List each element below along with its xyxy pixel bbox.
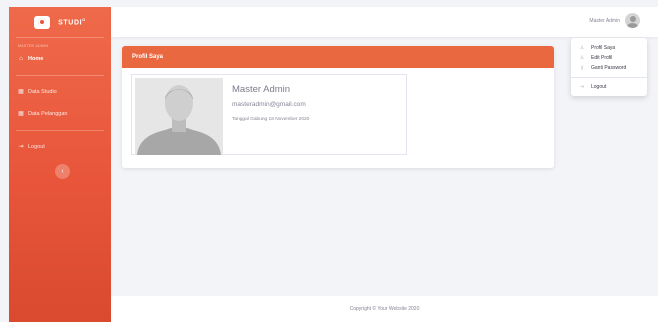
home-icon: ⌂ <box>19 56 23 62</box>
logout-icon: ⇥ <box>579 84 585 90</box>
key-icon: ⚷ <box>580 65 584 71</box>
table-icon: ▦ <box>18 111 24 117</box>
user-dropdown-menu: ♙ Profil Saya ♙ Edit Profil ⚷ Ganti Pass… <box>571 38 647 96</box>
table-icon: ▦ <box>18 89 24 95</box>
sidebar-item-label: Data Pelanggan <box>28 111 68 117</box>
dropdown-item-profil-saya[interactable]: ♙ Profil Saya <box>571 43 647 53</box>
profile-email: masteradmin@gmail.com <box>232 101 306 108</box>
dropdown-item-logout[interactable]: ⇥ Logout <box>571 82 647 92</box>
card-title: Profil Saya <box>122 46 554 68</box>
profile-name: Master Admin <box>232 84 291 95</box>
copyright-text: Copyright © Your Website 2020 <box>349 306 420 312</box>
footer: Copyright © Your Website 2020 <box>111 296 658 322</box>
user-menu-toggle[interactable]: Master Admin <box>589 13 640 28</box>
topbar: Master Admin <box>111 7 658 37</box>
profile-photo <box>135 78 223 155</box>
brand[interactable]: STUDIO <box>9 7 111 37</box>
profile-card: Profil Saya Master Admin masteradmin@gma… <box>122 46 554 168</box>
camera-icon <box>34 15 51 29</box>
sidebar-toggle-button[interactable]: ‹ <box>55 164 70 179</box>
sidebar-item-data-studio[interactable]: ▦ Data Studio <box>9 86 111 98</box>
sidebar-divider <box>16 130 104 131</box>
sidebar: STUDIO MASTER ADMIN ⌂ Home ▦ Data Studio… <box>9 7 111 322</box>
sidebar-item-logout[interactable]: ⇥ Logout <box>9 141 111 153</box>
sidebar-divider <box>16 75 104 76</box>
brand-name: STUDIO <box>58 17 86 27</box>
sidebar-item-label: Logout <box>28 144 45 150</box>
avatar <box>625 13 640 28</box>
dropdown-item-label: Logout <box>591 84 607 90</box>
dropdown-item-label: Ganti Password <box>591 65 627 71</box>
sidebar-heading: MASTER ADMIN <box>18 44 49 48</box>
dropdown-item-label: Edit Profil <box>591 55 613 61</box>
person-silhouette-icon <box>135 78 223 155</box>
profile-info: Master Admin masteradmin@gmail.com Tangg… <box>223 78 309 151</box>
dropdown-item-ganti-password[interactable]: ⚷ Ganti Password <box>571 63 647 73</box>
user-edit-icon: ♙ <box>579 55 585 61</box>
sidebar-item-label: Home <box>28 56 44 62</box>
chevron-left-icon: ‹ <box>61 168 64 175</box>
sidebar-item-home[interactable]: ⌂ Home <box>9 53 111 65</box>
dropdown-divider <box>571 77 647 78</box>
user-icon: ♙ <box>579 45 585 51</box>
logout-icon: ⇥ <box>18 144 24 150</box>
user-name: Master Admin <box>589 17 620 24</box>
profile-box: Master Admin masteradmin@gmail.com Tangg… <box>131 74 407 155</box>
sidebar-item-data-pelanggan[interactable]: ▦ Data Pelanggan <box>9 108 111 120</box>
dropdown-item-edit-profil[interactable]: ♙ Edit Profil <box>571 53 647 63</box>
profile-joined-date: Tanggal Gabung 18 November 2020 <box>232 117 310 122</box>
dropdown-item-label: Profil Saya <box>591 45 616 51</box>
sidebar-item-label: Data Studio <box>28 89 57 95</box>
